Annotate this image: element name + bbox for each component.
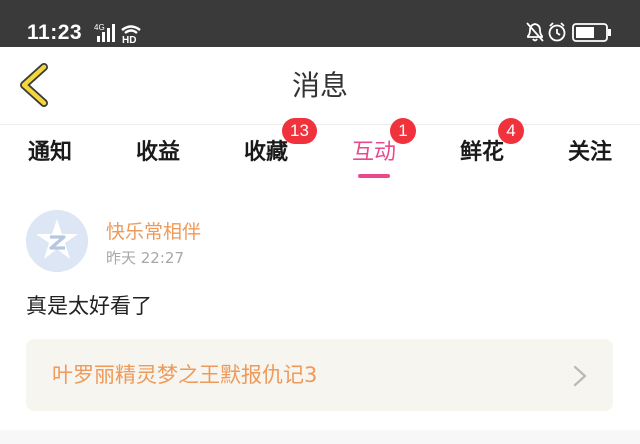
tab-flowers[interactable]: 鲜花 4 bbox=[432, 118, 532, 181]
username[interactable]: 快乐常相伴 bbox=[106, 220, 201, 244]
flowers-badge: 4 bbox=[498, 118, 524, 144]
mute-bell-icon bbox=[526, 22, 544, 42]
avatar[interactable] bbox=[26, 210, 88, 272]
tab-label: 收益 bbox=[135, 140, 180, 165]
nav-bar: 消息 bbox=[0, 47, 640, 125]
timestamp: 昨天 22:27 bbox=[106, 249, 184, 267]
tab-interactions[interactable]: 互动 1 bbox=[324, 118, 424, 181]
default-avatar-icon bbox=[26, 210, 88, 272]
active-tab-indicator bbox=[358, 174, 390, 178]
tab-label: 鲜花 bbox=[459, 140, 504, 165]
status-bar: 11:23 4G HD bbox=[0, 0, 640, 47]
tab-earnings[interactable]: 收益 bbox=[108, 125, 208, 181]
signal-icon: 4G HD bbox=[94, 23, 141, 44]
tab-label: 互动 bbox=[351, 140, 396, 165]
favorites-badge: 13 bbox=[282, 118, 317, 144]
tab-favorites[interactable]: 收藏 13 bbox=[216, 118, 317, 181]
status-time: 11:23 bbox=[27, 21, 83, 44]
status-right-icons bbox=[526, 22, 611, 42]
network-label: 4G bbox=[94, 23, 105, 32]
tab-label: 通知 bbox=[27, 140, 72, 165]
chevron-right-icon bbox=[573, 365, 587, 387]
alarm-icon bbox=[548, 22, 566, 42]
bottom-divider bbox=[0, 430, 640, 444]
hd-label: HD bbox=[122, 35, 136, 44]
interactions-badge: 1 bbox=[390, 118, 416, 144]
source-article-link[interactable]: 叶罗丽精灵梦之王默报仇记3 bbox=[26, 339, 613, 411]
tab-following[interactable]: 关注 bbox=[540, 125, 640, 181]
tab-label: 关注 bbox=[567, 140, 612, 165]
comment-text: 真是太好看了 bbox=[26, 294, 152, 318]
page-title: 消息 bbox=[291, 69, 348, 102]
tab-bar: 通知 收益 收藏 13 互动 1 鲜花 4 关注 bbox=[0, 118, 640, 181]
message-card: 快乐常相伴 昨天 22:27 真是太好看了 叶罗丽精灵梦之王默报仇记3 bbox=[0, 190, 640, 430]
battery-icon bbox=[572, 23, 611, 42]
tab-notifications[interactable]: 通知 bbox=[0, 125, 100, 181]
source-title: 叶罗丽精灵梦之王默报仇记3 bbox=[52, 363, 318, 387]
